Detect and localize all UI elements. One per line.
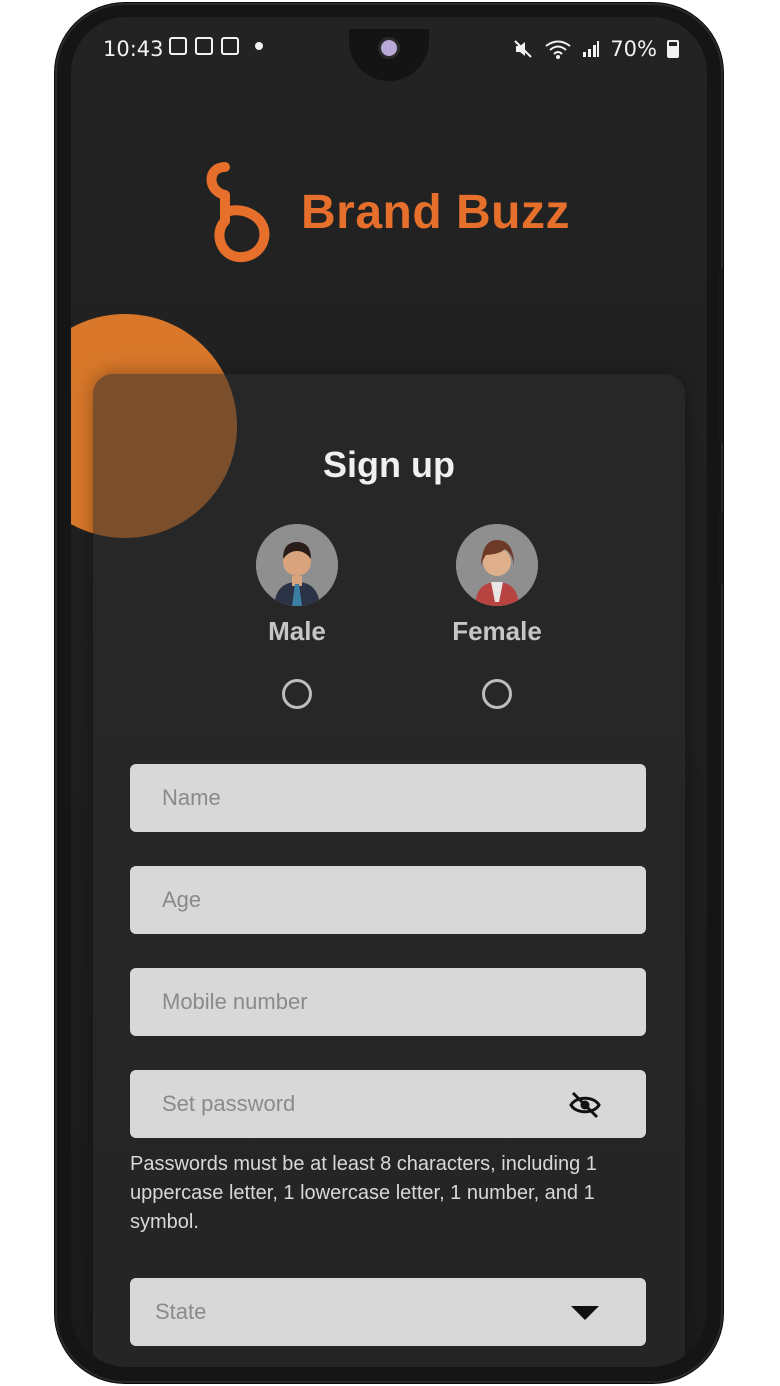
- signup-card: Sign up Male Female Name Age Mobile numb…: [93, 374, 685, 1367]
- cap-icon: [221, 37, 239, 55]
- battery-percent: 70%: [610, 37, 657, 61]
- side-button-top: [719, 268, 723, 443]
- password-hint: Passwords must be at least 8 characters,…: [130, 1153, 597, 1233]
- dot-icon: [255, 42, 263, 50]
- age-input[interactable]: Age: [130, 866, 646, 934]
- signup-title: Sign up: [323, 444, 455, 485]
- gallery-icon: [169, 37, 187, 55]
- age-placeholder: Age: [162, 887, 202, 912]
- gender-option-female[interactable]: Female: [437, 524, 557, 709]
- state-placeholder: State: [155, 1299, 207, 1324]
- brand-header: Brand Buzz: [203, 157, 570, 267]
- front-camera-icon: [378, 37, 400, 59]
- brand-name: Brand Buzz: [301, 185, 570, 239]
- female-radio[interactable]: [482, 679, 512, 709]
- password-placeholder: Set password: [162, 1091, 296, 1116]
- status-bar: 10:43 70%: [71, 17, 707, 81]
- mobile-placeholder: Mobile number: [162, 989, 308, 1014]
- signal-icon: [583, 41, 600, 57]
- phone-screen: 10:43 70% Brand Buzz Sign up Male Female…: [71, 17, 707, 1367]
- status-icons-right: 70%: [512, 37, 679, 61]
- status-time: 10:43: [103, 37, 164, 61]
- mute-icon: [514, 40, 533, 58]
- password-input[interactable]: Set password: [130, 1070, 646, 1138]
- eye-off-icon[interactable]: [568, 1088, 602, 1122]
- phone-device: 10:43 70% Brand Buzz Sign up Male Female…: [55, 3, 723, 1383]
- wifi-icon: [545, 40, 571, 59]
- male-radio[interactable]: [282, 679, 312, 709]
- male-avatar-icon[interactable]: [256, 524, 338, 606]
- battery-icon: [667, 40, 679, 58]
- gender-label-male: Male: [268, 616, 326, 646]
- gender-label-female: Female: [452, 616, 542, 646]
- female-avatar-icon[interactable]: [456, 524, 538, 606]
- status-icons-left: [169, 37, 263, 55]
- mobile-number-input[interactable]: Mobile number: [130, 968, 646, 1036]
- brand-logo-icon: [206, 162, 270, 263]
- name-input[interactable]: Name: [130, 764, 646, 832]
- state-dropdown[interactable]: State: [130, 1278, 646, 1346]
- name-placeholder: Name: [162, 785, 221, 810]
- gender-option-male[interactable]: Male: [237, 524, 357, 709]
- side-button-bottom: [719, 513, 723, 585]
- app-notification-icon: [195, 37, 213, 55]
- chevron-down-icon[interactable]: [568, 1296, 602, 1330]
